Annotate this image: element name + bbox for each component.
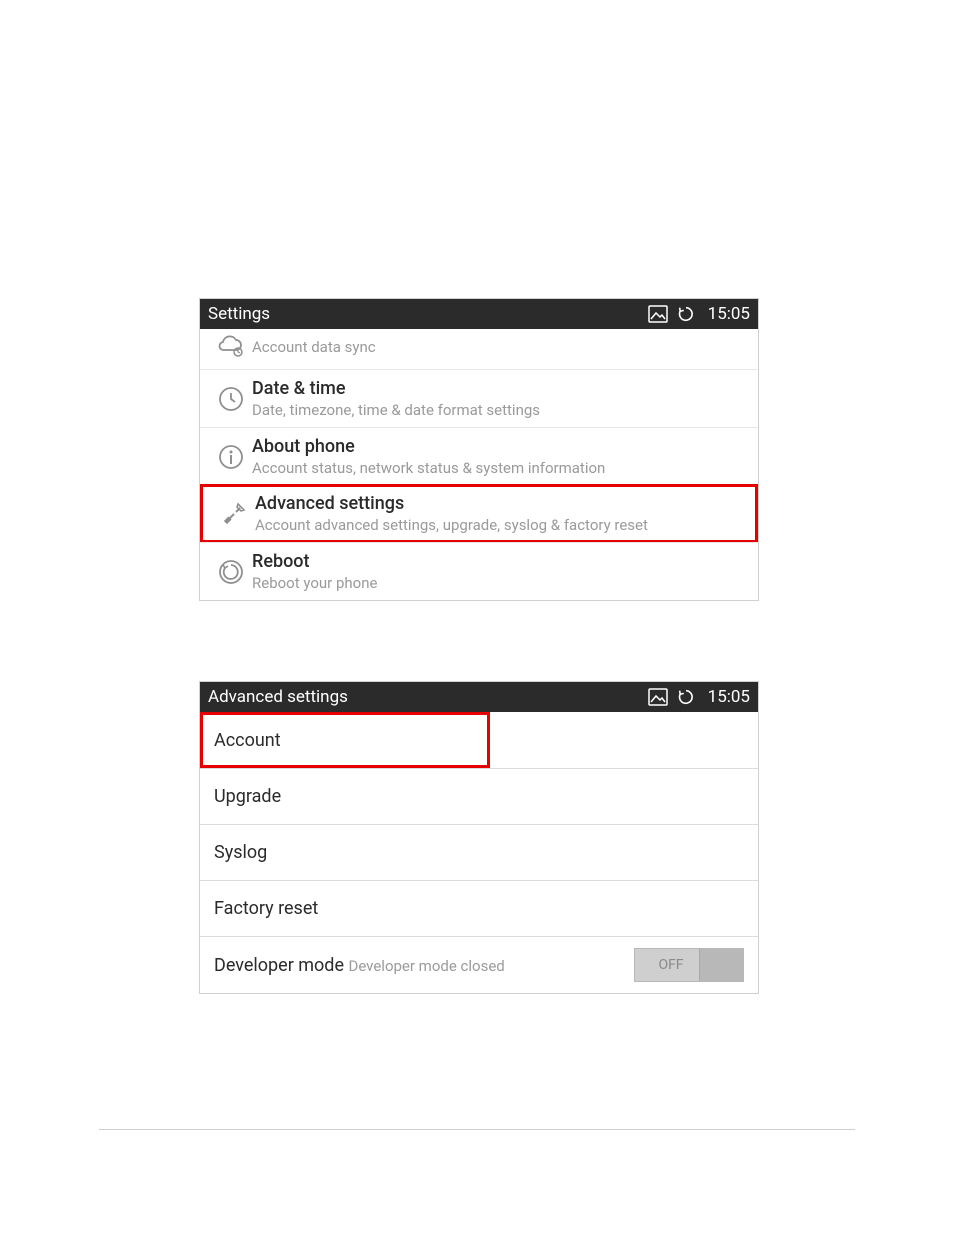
- info-icon: [210, 443, 252, 471]
- status-icons: 15:05: [648, 304, 750, 324]
- advanced-item-label: Upgrade: [214, 786, 281, 807]
- picture-icon: [648, 688, 668, 706]
- settings-list: Account data sync Date & time Date, time…: [200, 329, 758, 600]
- sync-icon: [676, 305, 696, 323]
- screen-title: Advanced settings: [208, 687, 648, 707]
- settings-item-title: Date & time: [252, 378, 748, 399]
- status-bar: Advanced settings 15:05: [200, 682, 758, 712]
- settings-item-subtitle: Reboot your phone: [252, 574, 748, 592]
- advanced-item-label: Syslog: [214, 842, 267, 863]
- tools-icon: [213, 500, 255, 528]
- advanced-item-account[interactable]: Account: [200, 712, 758, 768]
- settings-item-subtitle: Date, timezone, time & date format setti…: [252, 401, 748, 419]
- advanced-item-subtitle: Developer mode closed: [348, 957, 504, 975]
- picture-icon: [648, 305, 668, 323]
- settings-item-advanced-settings[interactable]: Advanced settings Account advanced setti…: [200, 484, 758, 543]
- toggle-thumb: [699, 949, 743, 981]
- clock-time: 15:05: [708, 687, 750, 707]
- advanced-settings-list: Account Upgrade Syslog Factory reset Dev…: [200, 712, 758, 993]
- advanced-item-syslog[interactable]: Syslog: [200, 825, 758, 881]
- settings-item-title: About phone: [252, 436, 748, 457]
- clock-time: 15:05: [708, 304, 750, 324]
- advanced-item-factory-reset[interactable]: Factory reset: [200, 881, 758, 937]
- advanced-settings-panel: Advanced settings 15:05 Account Upgrade: [199, 681, 759, 994]
- settings-item-title: Advanced settings: [255, 493, 745, 514]
- settings-panel: Settings 15:05 Account data sync: [199, 298, 759, 601]
- advanced-item-developer-mode[interactable]: Developer mode Developer mode closed OFF: [200, 937, 758, 993]
- reboot-icon: [210, 558, 252, 586]
- sync-icon: [676, 688, 696, 706]
- settings-item-subtitle: Account status, network status & system …: [252, 459, 748, 477]
- advanced-item-upgrade[interactable]: Upgrade: [200, 769, 758, 825]
- toggle-label: OFF: [635, 957, 699, 973]
- settings-item-subtitle: Account data sync: [252, 338, 748, 356]
- advanced-item-label: Factory reset: [214, 898, 318, 919]
- advanced-item-label: Account: [214, 730, 281, 751]
- status-bar: Settings 15:05: [200, 299, 758, 329]
- settings-item-about-phone[interactable]: About phone Account status, network stat…: [200, 427, 758, 485]
- settings-item-account-sync[interactable]: Account data sync: [200, 329, 758, 369]
- clock-icon: [210, 385, 252, 413]
- page-footer-rule: [99, 1129, 855, 1130]
- settings-item-reboot[interactable]: Reboot Reboot your phone: [200, 542, 758, 600]
- cloud-sync-icon: [210, 334, 252, 358]
- status-icons: 15:05: [648, 687, 750, 707]
- settings-item-title: Reboot: [252, 551, 748, 572]
- settings-item-subtitle: Account advanced settings, upgrade, sysl…: [255, 516, 745, 534]
- developer-mode-toggle[interactable]: OFF: [634, 948, 744, 982]
- screen-title: Settings: [208, 304, 648, 324]
- settings-item-date-time[interactable]: Date & time Date, timezone, time & date …: [200, 369, 758, 427]
- advanced-item-label: Developer mode: [214, 955, 344, 976]
